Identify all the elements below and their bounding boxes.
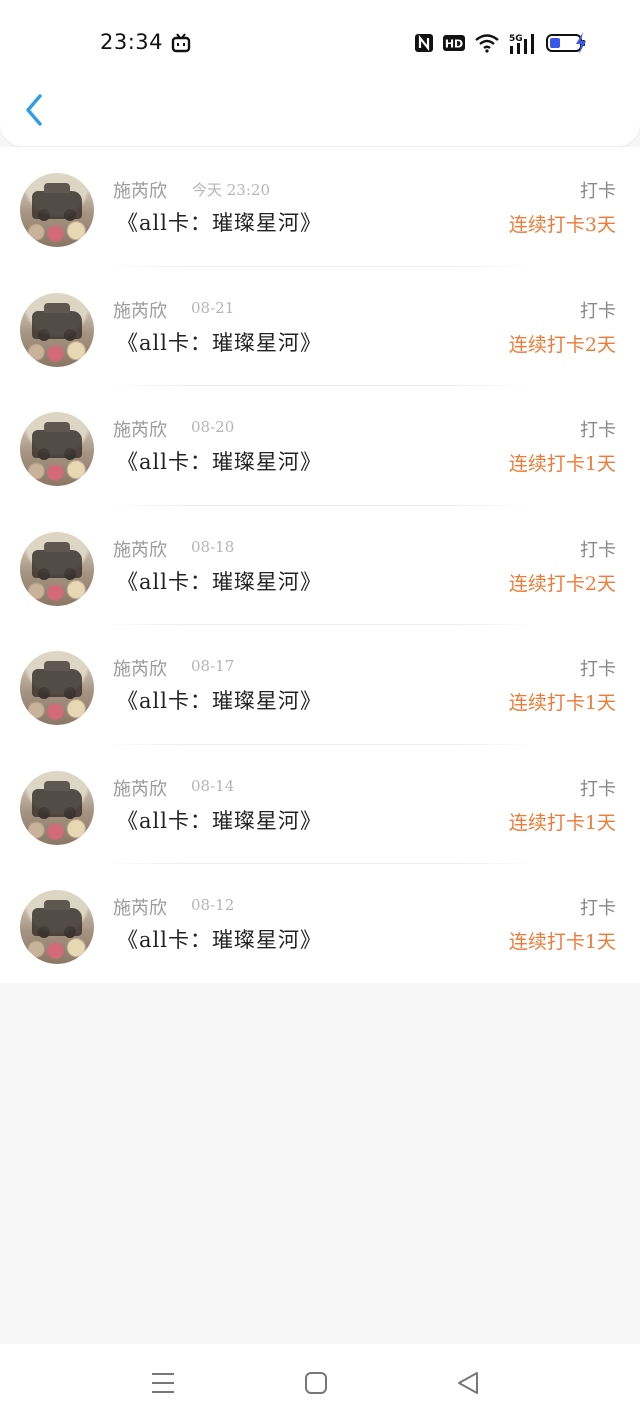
- record-type: 打卡: [580, 898, 616, 919]
- avatar[interactable]: [20, 412, 94, 486]
- book-title: 《all卡：璀璨星河》: [117, 330, 322, 355]
- book-title: 《all卡：璀璨星河》: [117, 211, 322, 235]
- avatar[interactable]: [20, 890, 94, 964]
- record-type: 打卡: [580, 420, 616, 441]
- book-title: 《all卡：璀璨星河》: [117, 808, 322, 833]
- list-item[interactable]: 施芮欣 08-21 《all卡：璀璨星河》 打卡 连续打卡2天: [0, 267, 640, 387]
- checkin-list: 施芮欣 今天 23:20 《all卡：璀璨星河》 打卡 连续打卡3天 施芮欣 0…: [0, 147, 640, 983]
- system-nav-bar: [0, 1344, 640, 1422]
- list-item[interactable]: 施芮欣 08-12 《all卡：璀璨星河》 打卡 连续打卡1天: [0, 864, 640, 984]
- nfc-icon: [415, 34, 433, 52]
- user-name: 施芮欣: [113, 181, 167, 202]
- avatar[interactable]: [20, 770, 94, 845]
- user-name: 施芮欣: [113, 300, 167, 322]
- avatar[interactable]: [20, 531, 94, 606]
- back-button[interactable]: [20, 90, 50, 130]
- status-icons: HD 5G: [414, 32, 586, 54]
- list-item[interactable]: 施芮欣 08-20 《all卡：璀璨星河》 打卡 连续打卡1天: [0, 386, 640, 506]
- book-title: 《all卡：璀璨星河》: [117, 569, 322, 594]
- status-time: 23:34: [100, 30, 164, 54]
- wifi-icon: [475, 34, 499, 53]
- streak-text: 连续打卡1天: [508, 811, 616, 834]
- user-name: 施芮欣: [113, 659, 167, 680]
- record-type: 打卡: [580, 778, 616, 800]
- list-item[interactable]: 施芮欣 08-18 《all卡：璀璨星河》 打卡 连续打卡2天: [0, 506, 640, 626]
- signal-5g-icon: 5G: [509, 34, 534, 54]
- svg-text:5G: 5G: [509, 34, 523, 44]
- record-time: 08-21: [191, 298, 235, 317]
- record-time: 08-14: [191, 776, 235, 795]
- record-time: 08-12: [191, 896, 235, 914]
- list-item[interactable]: 施芮欣 今天 23:20 《all卡：璀璨星河》 打卡 连续打卡3天: [0, 147, 640, 267]
- streak-text: 连续打卡1天: [508, 453, 616, 475]
- record-time: 08-17: [191, 657, 235, 675]
- svg-text:HD: HD: [445, 38, 463, 51]
- user-name: 施芮欣: [113, 898, 167, 919]
- book-title: 《all卡：璀璨星河》: [117, 689, 322, 713]
- record-type: 打卡: [580, 181, 616, 202]
- menu-icon[interactable]: [151, 1371, 175, 1395]
- record-type: 打卡: [580, 300, 616, 322]
- record-time: 08-18: [191, 537, 235, 556]
- streak-text: 连续打卡3天: [508, 214, 616, 236]
- book-title: 《all卡：璀璨星河》: [117, 450, 322, 474]
- record-type: 打卡: [580, 539, 616, 561]
- streak-text: 连续打卡2天: [508, 333, 616, 356]
- page: 23:34 HD 5G 施芮欣 今天 23:20 《all卡：璀璨星河》 打卡 …: [0, 0, 640, 1422]
- charging-icon: [576, 32, 586, 54]
- record-time: 今天 23:20: [192, 181, 270, 199]
- avatar[interactable]: [20, 173, 94, 247]
- user-name: 施芮欣: [113, 420, 167, 441]
- user-name: 施芮欣: [113, 539, 167, 561]
- book-title: 《all卡：璀璨星河》: [117, 928, 322, 952]
- streak-text: 连续打卡1天: [508, 931, 616, 953]
- tv-app-icon: [171, 33, 191, 53]
- hd-icon: HD: [443, 35, 465, 51]
- list-item[interactable]: 施芮欣 08-14 《all卡：璀璨星河》 打卡 连续打卡1天: [0, 745, 640, 865]
- record-time: 08-20: [191, 418, 235, 436]
- record-type: 打卡: [580, 659, 616, 680]
- avatar[interactable]: [20, 292, 94, 367]
- user-name: 施芮欣: [113, 778, 167, 800]
- top-bar: 23:34 HD 5G: [0, 0, 640, 146]
- avatar[interactable]: [20, 651, 94, 725]
- list-item[interactable]: 施芮欣 08-17 《all卡：璀璨星河》 打卡 连续打卡1天: [0, 625, 640, 745]
- home-square-icon[interactable]: [304, 1371, 328, 1395]
- streak-text: 连续打卡2天: [508, 572, 616, 595]
- back-triangle-icon[interactable]: [456, 1371, 480, 1395]
- streak-text: 连续打卡1天: [508, 692, 616, 714]
